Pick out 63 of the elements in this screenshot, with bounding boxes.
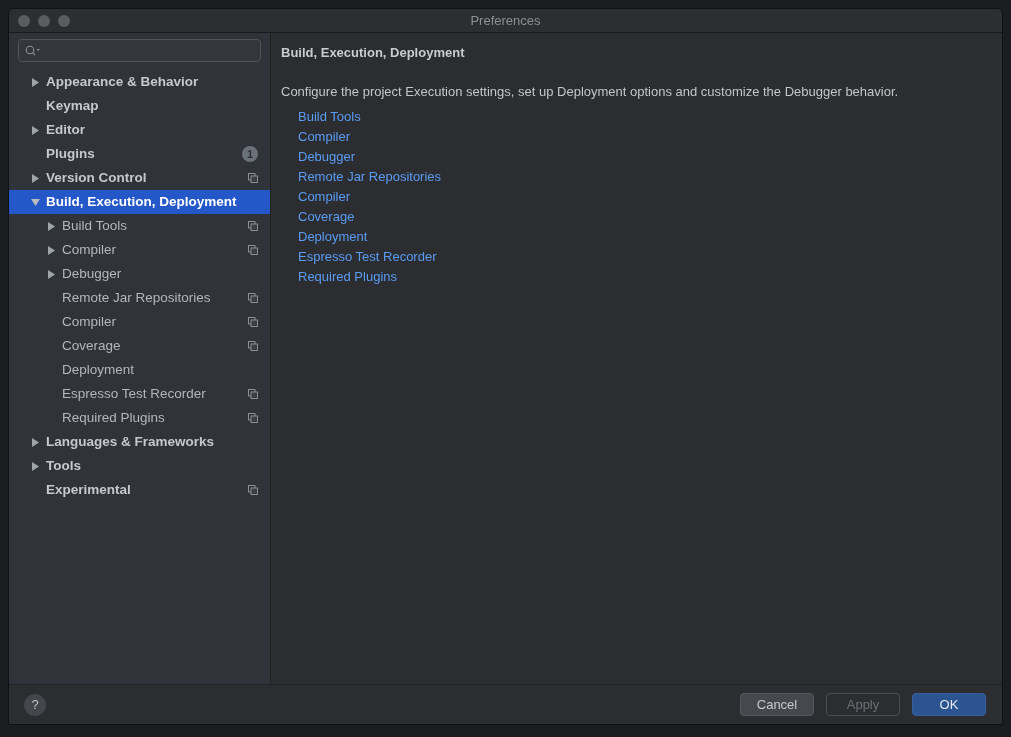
tree-item[interactable]: Deployment [9,358,270,382]
tree-item[interactable]: Plugins 1 [9,142,270,166]
tree-item[interactable]: Experimental [9,478,270,502]
collapsed-arrow-icon[interactable] [47,245,56,255]
dialog-button[interactable]: Cancel [740,693,814,716]
tree-item-label: Remote Jar Repositories [62,288,211,307]
tree-item[interactable]: Tools [9,454,270,478]
collapsed-arrow-icon[interactable] [31,173,40,183]
settings-link[interactable]: Required Plugins [298,267,397,287]
tree-item-label: Experimental [46,480,131,499]
collapsed-arrow-icon[interactable] [47,221,56,231]
tree-item-label: Debugger [62,264,122,283]
collapsed-arrow-icon[interactable] [31,461,40,471]
settings-link[interactable]: Build Tools [298,107,361,127]
tree-item-label: Version Control [46,168,147,187]
tree-item[interactable]: Editor [9,118,270,142]
settings-link[interactable]: Remote Jar Repositories [298,167,442,187]
tree-item[interactable]: Languages & Frameworks [9,430,270,454]
tree-item[interactable]: Appearance & Behavior [9,70,270,94]
search-field[interactable] [18,39,261,62]
section-description: Configure the project Execution settings, set up Deployment options and customize the Debugger behavior. [281,82,900,101]
settings-link[interactable]: Coverage [298,207,355,227]
tree-item-label: Editor [46,120,85,139]
tree-item-label: Tools [46,456,81,475]
settings-link[interactable]: Compiler [298,127,350,147]
tree-item-label: Compiler [62,240,116,259]
window-title: Preferences [470,11,541,30]
tree-item[interactable]: Compiler [9,310,270,334]
ok-button[interactable]: OK [912,693,986,716]
tree-item[interactable]: Build, Execution, Deployment [9,190,270,214]
tree-item[interactable]: Required Plugins [9,406,270,430]
count-badge: 1 [242,146,258,162]
tree-item-label: Coverage [62,336,121,355]
collapsed-arrow-icon[interactable] [31,125,40,135]
collapsed-arrow-icon[interactable] [31,437,40,447]
tree-item-label: Plugins [46,144,95,163]
search-icon [25,45,41,56]
tree-item-label: Build, Execution, Deployment [46,192,237,211]
tree-item[interactable]: Debugger [9,262,270,286]
expanded-arrow-icon[interactable] [31,197,40,207]
tree-item-label: Appearance & Behavior [46,72,199,91]
tree-item[interactable]: Espresso Test Recorder [9,382,270,406]
tree-item-label: Required Plugins [62,408,165,427]
tree-item-label: Languages & Frameworks [46,432,215,451]
tree-item[interactable]: Keymap [9,94,270,118]
collapsed-arrow-icon[interactable] [31,77,40,87]
tree-item[interactable]: Compiler [9,238,270,262]
tree-item-label: Build Tools [62,216,128,235]
collapsed-arrow-icon[interactable] [47,269,56,279]
settings-link[interactable]: Compiler [298,187,350,207]
section-heading: Build, Execution, Deployment [281,44,466,62]
tree-item[interactable]: Version Control [9,166,270,190]
help-button[interactable]: ? [24,693,46,716]
tree-item-label: Espresso Test Recorder [62,384,206,403]
settings-link[interactable]: Debugger [298,147,356,167]
tree-item[interactable]: Remote Jar Repositories [9,286,270,310]
tree-item-label: Keymap [46,96,99,115]
tree-item-label: Deployment [62,360,135,379]
tree-item[interactable]: Coverage [9,334,270,358]
tree-item-label: Compiler [62,312,116,331]
tree-item[interactable]: Build Tools [9,214,270,238]
settings-link[interactable]: Deployment [298,227,368,247]
settings-link[interactable]: Espresso Test Recorder [298,247,437,267]
